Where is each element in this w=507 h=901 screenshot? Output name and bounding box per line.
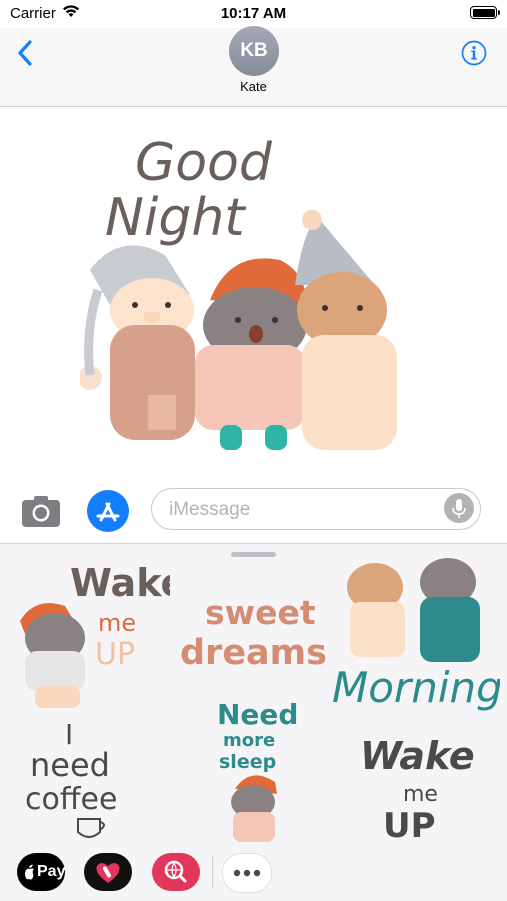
sticker-drawer: Wake me UP sweet dreams Morning I need c… xyxy=(0,543,507,901)
sticker-line2: more xyxy=(223,730,275,751)
apple-pay-icon[interactable]: Pay xyxy=(17,853,65,891)
sticker-line2: me xyxy=(403,782,438,807)
bear-grey-hat xyxy=(78,245,195,440)
sticker-line2: dreams xyxy=(180,633,327,673)
sticker-line1: Wake xyxy=(70,561,170,605)
camera-icon[interactable] xyxy=(20,491,62,531)
sticker-i-need-coffee[interactable]: I need coffee xyxy=(20,714,160,844)
sticker-line3: sleep xyxy=(219,751,276,773)
good-night-sticker[interactable]: Good Night xyxy=(78,120,430,470)
bear-orange-hat xyxy=(195,258,307,450)
sticker-wake-me-up-dark[interactable]: Wake me UP xyxy=(355,729,475,846)
clock-time: 10:17 AM xyxy=(220,5,287,22)
back-chevron-icon[interactable] xyxy=(14,38,38,68)
sticker-line1: Morning xyxy=(332,663,500,712)
app-store-icon[interactable] xyxy=(85,488,131,534)
digital-touch-icon[interactable] xyxy=(84,853,132,891)
sticker-line2: need xyxy=(30,746,110,784)
sticker-line3: UP xyxy=(95,637,135,672)
sticker-wake-me-up[interactable]: Wake me UP xyxy=(10,556,186,711)
microphone-icon[interactable] xyxy=(444,493,474,523)
bear-star-hat xyxy=(295,210,397,450)
apple-pay-label: Pay xyxy=(37,863,66,880)
conversation-header: KB Kate xyxy=(0,26,507,107)
info-icon[interactable] xyxy=(461,40,487,66)
drawer-grabber[interactable] xyxy=(231,552,276,557)
app-drawer-dock: Pay xyxy=(0,850,507,901)
sticker-line2: me xyxy=(98,609,136,637)
contact-avatar[interactable]: KB xyxy=(229,26,279,76)
sticker-line1: sweet xyxy=(205,593,316,632)
message-input[interactable] xyxy=(167,489,431,530)
sticker-text-line2: Night xyxy=(105,188,246,248)
sticker-line3: UP xyxy=(383,806,436,844)
image-search-icon[interactable] xyxy=(152,853,200,891)
imessage-field xyxy=(151,488,481,530)
status-bar: Carrier 10:17 AM xyxy=(0,0,507,28)
battery-icon xyxy=(470,6,500,19)
contact-name[interactable]: Kate xyxy=(0,79,507,94)
sticker-text-line1: Good xyxy=(135,133,273,193)
sticker-need-more-sleep[interactable]: Need more sleep xyxy=(205,694,305,849)
sticker-line1: Need xyxy=(217,698,298,731)
sticker-sweet-dreams[interactable]: sweet dreams xyxy=(175,584,330,684)
sticker-morning[interactable]: Morning xyxy=(330,552,503,717)
battery-level-fill xyxy=(472,8,495,17)
dock-divider xyxy=(212,856,213,888)
sticker-line1: Wake xyxy=(360,734,475,778)
message-composer xyxy=(0,483,507,543)
sticker-line3: coffee xyxy=(25,782,117,817)
more-apps-icon[interactable] xyxy=(222,853,272,893)
